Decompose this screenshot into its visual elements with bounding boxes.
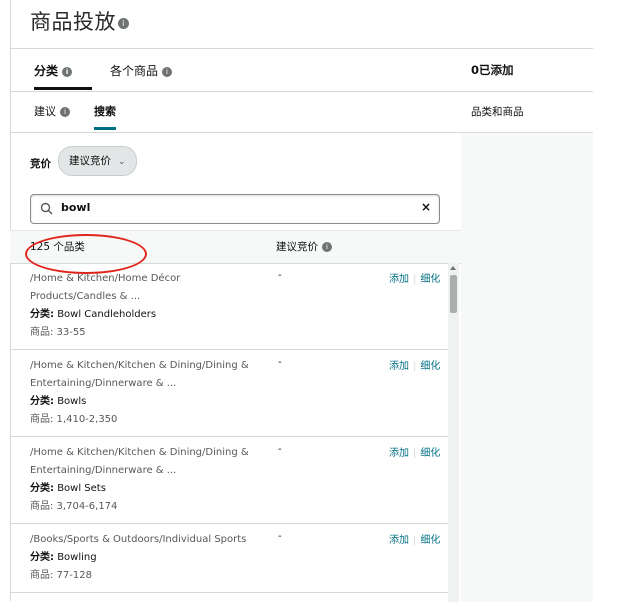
- category-path-line: Entertaining/Dinnerware & ...: [30, 465, 177, 476]
- product-count: 商品: 77-128: [30, 570, 92, 581]
- info-icon[interactable]: i: [162, 66, 173, 77]
- category-name-text: Bowl Sets: [57, 483, 106, 494]
- bid-label: 竞价: [30, 158, 51, 170]
- subtab-search-label: 搜索: [94, 105, 116, 118]
- scrollbar-thumb[interactable]: [450, 275, 457, 313]
- category-path: /Books/Sports & Outdoors/Individual Spor…: [30, 531, 255, 549]
- added-panel: 0已添加 品类和商品: [461, 48, 593, 602]
- tab-individual-products-label: 各个商品: [110, 64, 159, 78]
- suggested-bid-value: -: [278, 270, 282, 281]
- category-name: 分类: Bowl Candleholders: [30, 306, 450, 324]
- category-path-line: /Books/Sports & Outdoors/Individual Spor…: [30, 534, 247, 545]
- added-list-area: [461, 133, 593, 602]
- list-item: /Home & Kitchen/Home Décor Products/Candl…: [10, 263, 450, 350]
- suggested-bid-header-label: 建议竞价: [276, 241, 318, 253]
- category-name-text: Bowling: [57, 552, 97, 563]
- page-title: 商品投放 i: [30, 6, 129, 36]
- bid-dropdown-value: 建议竞价: [69, 155, 111, 167]
- page-title-text: 商品投放: [30, 10, 116, 34]
- list-item: /Home & Kitchen/Kitchen & Dining/Dining …: [10, 350, 450, 437]
- row-actions: 添加 | 细化: [389, 270, 440, 285]
- product-count: 商品: 33-55: [30, 327, 86, 338]
- add-link[interactable]: 添加: [389, 274, 409, 285]
- product-count: 商品: 3,704-6,174: [30, 501, 118, 512]
- suggested-bid-header: 建议竞价 i: [276, 239, 332, 254]
- category-path-line: /Home & Kitchen/Kitchen & Dining/Dining …: [30, 360, 249, 371]
- suggested-bid-value: -: [278, 444, 282, 455]
- subtab-bar: 建议 i 搜索: [10, 92, 461, 133]
- category-name: 分类: Bowl Sets: [30, 480, 450, 498]
- suggested-bid-value: -: [278, 531, 282, 542]
- category-name-text: Bowl Candleholders: [57, 309, 157, 320]
- row-actions: 添加 | 细化: [389, 531, 440, 546]
- add-link[interactable]: 添加: [389, 448, 409, 459]
- subtab-suggested-label: 建议: [34, 105, 56, 118]
- info-icon[interactable]: i: [60, 107, 70, 117]
- scroll-up-icon[interactable]: [450, 266, 456, 270]
- category-path: /Home & Kitchen/Kitchen & Dining/Dining …: [30, 357, 255, 393]
- info-icon[interactable]: i: [118, 17, 129, 29]
- row-actions: 添加 | 细化: [389, 357, 440, 372]
- info-icon[interactable]: i: [62, 66, 73, 77]
- category-path: /Home & Kitchen/Home Décor Products/Candl…: [30, 270, 255, 306]
- info-icon[interactable]: i: [322, 242, 332, 252]
- result-count: 125 个品类: [25, 234, 147, 274]
- search-icon: [40, 202, 53, 215]
- scrollbar[interactable]: [448, 263, 459, 602]
- added-subheader: 品类和商品: [461, 92, 593, 133]
- tab-bar: 分类 i 各个商品 i: [10, 49, 461, 92]
- list-item: /Books/Sports & Outdoors/Individual Spor…: [10, 524, 450, 593]
- refine-link[interactable]: 细化: [420, 274, 440, 285]
- category-name: 分类: Bowls: [30, 393, 450, 411]
- action-separator: |: [413, 448, 417, 459]
- list-item: /Home & Kitchen/Kitchen & Dining/Dining …: [10, 437, 450, 524]
- active-subtab-indicator: [94, 127, 116, 130]
- action-separator: |: [413, 535, 417, 546]
- tab-individual-products[interactable]: 各个商品 i: [110, 62, 173, 79]
- category-prefix: 分类:: [30, 309, 54, 320]
- category-path-line: Products/Candles & ...: [30, 291, 141, 302]
- category-prefix: 分类:: [30, 396, 54, 407]
- category-path-line: /Home & Kitchen/Home Décor: [30, 273, 181, 284]
- row-actions: 添加 | 细化: [389, 444, 440, 459]
- list-header: 125 个品类 建议竞价 i: [10, 230, 461, 274]
- category-name: 分类: Bowling: [30, 549, 450, 567]
- search-input[interactable]: bowl ×: [30, 194, 440, 224]
- suggested-bid-value: -: [278, 357, 282, 368]
- category-list: /Home & Kitchen/Home Décor Products/Candl…: [10, 263, 450, 602]
- add-link[interactable]: 添加: [389, 535, 409, 546]
- added-count: 0已添加: [461, 49, 593, 92]
- search-value: bowl: [61, 201, 91, 214]
- subtab-suggested[interactable]: 建议 i: [34, 103, 70, 119]
- refine-link[interactable]: 细化: [420, 448, 440, 459]
- category-path-line: /Home & Kitchen/Kitchen & Dining/Dining …: [30, 447, 249, 458]
- category-path-line: Entertaining/Dinnerware & ...: [30, 378, 177, 389]
- action-separator: |: [413, 274, 417, 285]
- refine-link[interactable]: 细化: [420, 535, 440, 546]
- chevron-down-icon: ⌄: [118, 157, 126, 167]
- category-prefix: 分类:: [30, 552, 54, 563]
- category-path: /Home & Kitchen/Kitchen & Dining/Dining …: [30, 444, 255, 480]
- add-link[interactable]: 添加: [389, 361, 409, 372]
- targeting-panel: 分类 i 各个商品 i 建议 i 搜索 竞价 建议竞价 ⌄ bowl × 125 个品类: [10, 48, 462, 602]
- product-count: 商品: 1,410-2,350: [30, 414, 118, 425]
- active-tab-indicator: [34, 87, 92, 90]
- bid-dropdown[interactable]: 建议竞价 ⌄: [58, 146, 137, 176]
- action-separator: |: [413, 361, 417, 372]
- tab-categories[interactable]: 分类 i: [34, 62, 73, 79]
- category-prefix: 分类:: [30, 483, 54, 494]
- subtab-search[interactable]: 搜索: [94, 103, 116, 119]
- tab-categories-label: 分类: [34, 64, 59, 78]
- bid-row: 竞价 建议竞价 ⌄: [10, 133, 461, 190]
- category-name-text: Bowls: [57, 396, 87, 407]
- refine-link[interactable]: 细化: [420, 361, 440, 372]
- clear-search-button[interactable]: ×: [421, 200, 431, 214]
